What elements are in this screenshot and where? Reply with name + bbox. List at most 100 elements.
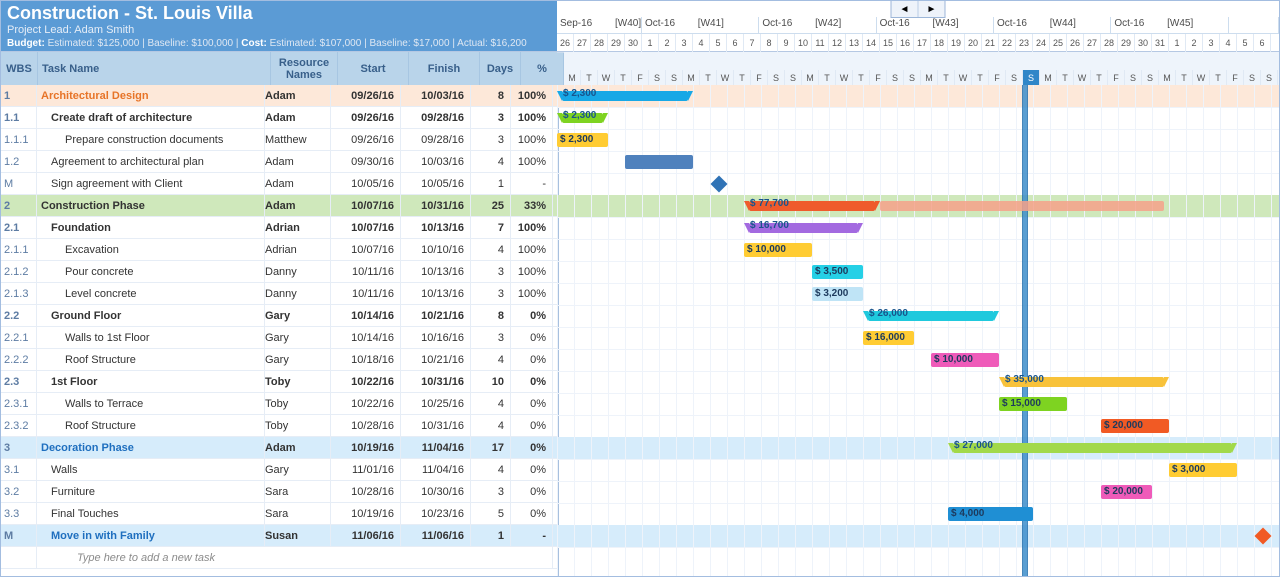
cell-days: 4 xyxy=(471,349,511,370)
col-pct[interactable]: % xyxy=(521,52,564,86)
table-row[interactable]: 3 Decoration Phase Adam 10/19/16 11/04/1… xyxy=(1,437,557,459)
cell-res: Toby xyxy=(265,415,331,436)
task-bar[interactable]: $ 2,300 xyxy=(557,133,608,147)
cell-wbs: 2 xyxy=(1,195,37,216)
table-row[interactable]: 2.1.2 Pour concrete Danny 10/11/16 10/13… xyxy=(1,261,557,283)
task-bar[interactable] xyxy=(625,155,693,169)
cell-name[interactable]: Architectural Design xyxy=(37,85,265,106)
day-name: F xyxy=(632,70,649,86)
cell-name[interactable]: Walls to Terrace xyxy=(37,393,265,414)
day-name: S xyxy=(1142,70,1159,86)
table-row[interactable]: M Sign agreement with Client Adam 10/05/… xyxy=(1,173,557,195)
cell-res: Adam xyxy=(265,107,331,128)
cell-name[interactable]: Prepare construction documents xyxy=(37,129,265,150)
cell-start: 10/18/16 xyxy=(331,349,401,370)
table-row[interactable]: 2 Construction Phase Adam 10/07/16 10/31… xyxy=(1,195,557,217)
table-row[interactable]: 2.3.1 Walls to Terrace Toby 10/22/16 10/… xyxy=(1,393,557,415)
cell-name[interactable]: Walls xyxy=(37,459,265,480)
table-row[interactable]: 2.3 1st Floor Toby 10/22/16 10/31/16 10 … xyxy=(1,371,557,393)
week-header: Sep-16 [W40] xyxy=(557,17,642,33)
summary-bar[interactable] xyxy=(953,443,1232,453)
cell-finish: 10/03/16 xyxy=(401,85,471,106)
cell-name[interactable]: Decoration Phase xyxy=(37,437,265,458)
day-name: M xyxy=(1040,70,1057,86)
bar-label: $ 77,700 xyxy=(750,198,789,209)
cell-finish: 10/31/16 xyxy=(401,371,471,392)
cell-name[interactable]: Excavation xyxy=(37,239,265,260)
day-name: S xyxy=(1244,70,1261,86)
cell-finish: 10/25/16 xyxy=(401,393,471,414)
cell-name[interactable]: Furniture xyxy=(37,481,265,502)
day-name: F xyxy=(1108,70,1125,86)
cell-pct: 33% xyxy=(511,195,553,216)
cell-name[interactable]: Final Touches xyxy=(37,503,265,524)
table-row[interactable]: 3.1 Walls Gary 11/01/16 11/04/16 4 0% xyxy=(1,459,557,481)
cell-name[interactable]: Sign agreement with Client xyxy=(37,173,265,194)
task-bar[interactable]: $ 15,000 xyxy=(999,397,1067,411)
cell-pct: 100% xyxy=(511,129,553,150)
cell-name[interactable]: Move in with Family xyxy=(37,525,265,546)
task-bar[interactable]: $ 10,000 xyxy=(744,243,812,257)
table-row[interactable]: 2.1 Foundation Adrian 10/07/16 10/13/16 … xyxy=(1,217,557,239)
timeline-next-button[interactable]: ► xyxy=(919,1,945,17)
cell-days: 17 xyxy=(471,437,511,458)
table-row[interactable]: 2.3.2 Roof Structure Toby 10/28/16 10/31… xyxy=(1,415,557,437)
table-row[interactable]: 2.2.1 Walls to 1st Floor Gary 10/14/16 1… xyxy=(1,327,557,349)
task-bar[interactable]: $ 3,000 xyxy=(1169,463,1237,477)
task-bar[interactable]: $ 3,500 xyxy=(812,265,863,279)
cell-wbs: 1 xyxy=(1,85,37,106)
cell-name[interactable]: Agreement to architectural plan xyxy=(37,151,265,172)
table-row[interactable]: 1 Architectural Design Adam 09/26/16 10/… xyxy=(1,85,557,107)
col-wbs[interactable]: WBS xyxy=(1,52,38,86)
table-row[interactable]: 3.2 Furniture Sara 10/28/16 10/30/16 3 0… xyxy=(1,481,557,503)
task-bar[interactable]: $ 20,000 xyxy=(1101,419,1169,433)
cell-name[interactable]: Roof Structure xyxy=(37,415,265,436)
bar-label: $ 35,000 xyxy=(1005,374,1044,385)
table-row[interactable]: 2.2 Ground Floor Gary 10/14/16 10/21/16 … xyxy=(1,305,557,327)
table-row[interactable]: 2.1.1 Excavation Adrian 10/07/16 10/10/1… xyxy=(1,239,557,261)
col-finish[interactable]: Finish xyxy=(409,52,480,86)
col-res[interactable]: Resource Names xyxy=(271,52,338,86)
table-row[interactable]: 2.2.2 Roof Structure Gary 10/18/16 10/21… xyxy=(1,349,557,371)
table-row[interactable]: 1.1.1 Prepare construction documents Mat… xyxy=(1,129,557,151)
cell-name[interactable]: Ground Floor xyxy=(37,305,265,326)
table-row[interactable]: 2.1.3 Level concrete Danny 10/11/16 10/1… xyxy=(1,283,557,305)
cell-wbs: 2.2.1 xyxy=(1,327,37,348)
cell-res: Adam xyxy=(265,151,331,172)
today-line xyxy=(1022,85,1028,576)
gantt-chart[interactable]: $ 2,300$ 2,300$ 2,300$ 77,700$ 16,700$ 1… xyxy=(557,85,1279,576)
table-row[interactable]: 1.2 Agreement to architectural plan Adam… xyxy=(1,151,557,173)
cell-start: 09/26/16 xyxy=(331,129,401,150)
cell-name[interactable]: Construction Phase xyxy=(37,195,265,216)
cell-start: 10/05/16 xyxy=(331,173,401,194)
cell-days: 4 xyxy=(471,151,511,172)
task-bar[interactable]: $ 20,000 xyxy=(1101,485,1152,499)
col-days[interactable]: Days xyxy=(480,52,521,86)
task-bar[interactable]: $ 4,000 xyxy=(948,507,1033,521)
day-number: 19 xyxy=(948,34,965,52)
task-bar[interactable]: $ 10,000 xyxy=(931,353,999,367)
timeline-prev-button[interactable]: ◄ xyxy=(892,1,918,17)
cell-name[interactable]: 1st Floor xyxy=(37,371,265,392)
cell-name[interactable]: Foundation xyxy=(37,217,265,238)
new-task-input[interactable]: Type here to add a new task xyxy=(37,547,553,568)
day-number: 12 xyxy=(829,34,846,52)
cell-name[interactable]: Walls to 1st Floor xyxy=(37,327,265,348)
project-lead: Project Lead: Adam Smith xyxy=(7,24,551,36)
task-bar[interactable]: $ 16,000 xyxy=(863,331,914,345)
cell-start: 10/11/16 xyxy=(331,283,401,304)
table-row[interactable]: M Move in with Family Susan 11/06/16 11/… xyxy=(1,525,557,547)
day-number: 6 xyxy=(727,34,744,52)
cell-name[interactable]: Create draft of architecture xyxy=(37,107,265,128)
cell-wbs: 2.2.2 xyxy=(1,349,37,370)
body: 1 Architectural Design Adam 09/26/16 10/… xyxy=(1,85,1279,576)
col-start[interactable]: Start xyxy=(338,52,409,86)
table-row[interactable]: 3.3 Final Touches Sara 10/19/16 10/23/16… xyxy=(1,503,557,525)
cell-pct: - xyxy=(511,173,553,194)
task-bar[interactable]: $ 3,200 xyxy=(812,287,863,301)
col-name[interactable]: Task Name xyxy=(38,52,271,86)
cell-name[interactable]: Roof Structure xyxy=(37,349,265,370)
table-row[interactable]: 1.1 Create draft of architecture Adam 09… xyxy=(1,107,557,129)
cell-name[interactable]: Pour concrete xyxy=(37,261,265,282)
cell-name[interactable]: Level concrete xyxy=(37,283,265,304)
